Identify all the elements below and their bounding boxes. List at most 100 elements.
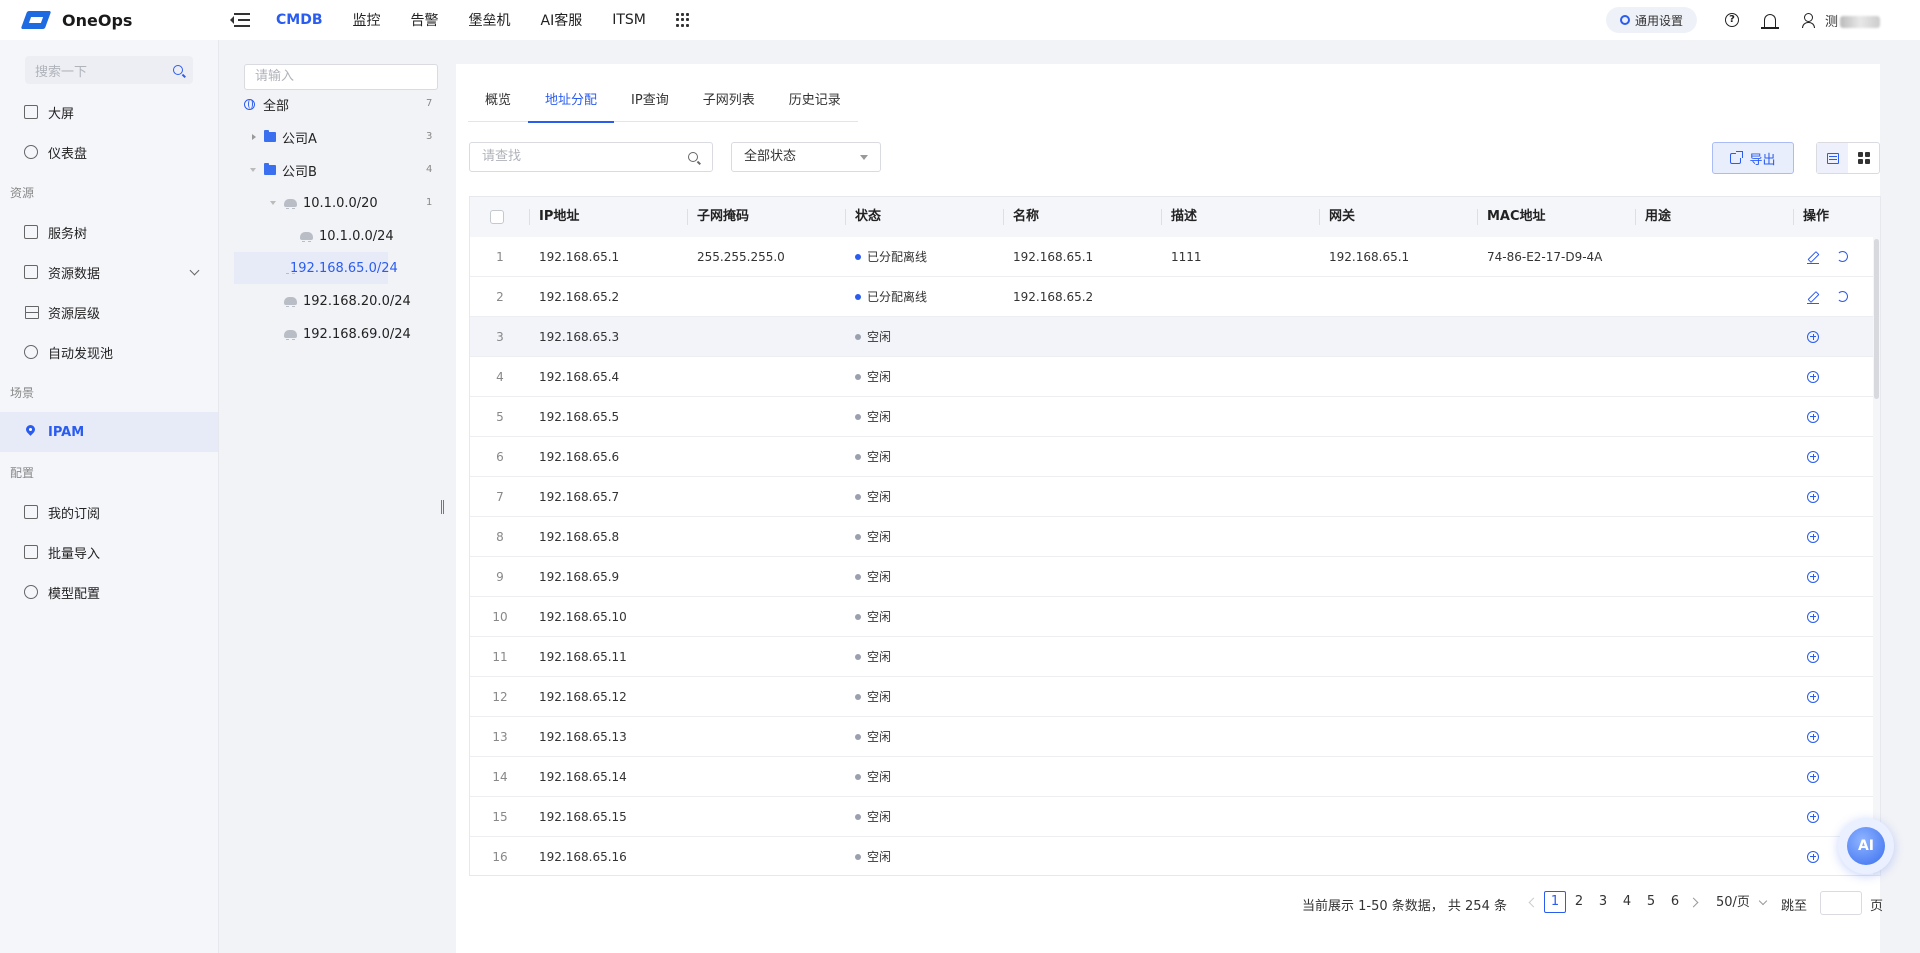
page-number[interactable]: 5: [1640, 891, 1662, 913]
sidebar-item-模型配置[interactable]: 模型配置: [0, 572, 218, 612]
topnav-item-堡垒机[interactable]: 堡垒机: [469, 10, 511, 30]
help-icon[interactable]: ?: [1723, 11, 1741, 29]
page-number[interactable]: 3: [1592, 891, 1614, 913]
edit-icon[interactable]: [1807, 291, 1819, 304]
tree-search-input[interactable]: 请输入: [244, 64, 438, 90]
general-settings-button[interactable]: 通用设置: [1605, 7, 1697, 33]
table-row[interactable]: 12 192.168.65.12 空闲: [470, 677, 1873, 717]
search-icon[interactable]: [688, 152, 698, 162]
add-circle-icon[interactable]: [1807, 411, 1819, 423]
topnav-item-itsm[interactable]: ITSM: [612, 12, 646, 28]
sidebar-item-ipam[interactable]: IPAM: [0, 412, 218, 452]
table-scrollbar[interactable]: [1873, 237, 1880, 875]
page-size-select[interactable]: 50/页: [1710, 891, 1774, 915]
add-circle-icon[interactable]: [1807, 851, 1819, 863]
add-circle-icon[interactable]: [1807, 691, 1819, 703]
table-row[interactable]: 14 192.168.65.14 空闲: [470, 757, 1873, 797]
page-number[interactable]: 6: [1664, 891, 1686, 913]
chevron-left-icon[interactable]: [1528, 897, 1539, 908]
sidebar-search-input[interactable]: 搜索一下: [25, 56, 193, 84]
status-filter-select[interactable]: 全部状态: [731, 142, 881, 172]
caret-down-icon[interactable]: [250, 168, 256, 172]
scrollbar-thumb[interactable]: [1874, 239, 1879, 399]
table-row[interactable]: 2 192.168.65.2 已分配离线 192.168.65.2: [470, 277, 1873, 317]
sidebar-item-资源数据[interactable]: 资源数据: [0, 252, 218, 292]
caret-right-icon[interactable]: [252, 134, 256, 140]
user-name[interactable]: 测: [1825, 11, 1880, 30]
add-circle-icon[interactable]: [1807, 611, 1819, 623]
sidebar-item-服务树[interactable]: 服务树: [0, 212, 218, 252]
export-button[interactable]: 导出: [1712, 142, 1794, 174]
table-row[interactable]: 3 192.168.65.3 空闲: [470, 317, 1873, 357]
jump-page-input[interactable]: [1820, 891, 1862, 915]
table-row[interactable]: 15 192.168.65.15 空闲: [470, 797, 1873, 837]
table-row[interactable]: 5 192.168.65.5 空闲: [470, 397, 1873, 437]
add-circle-icon[interactable]: [1807, 811, 1819, 823]
topnav-item-监控[interactable]: 监控: [353, 10, 381, 30]
table-row[interactable]: 4 192.168.65.4 空闲: [470, 357, 1873, 397]
table-row[interactable]: 9 192.168.65.9 空闲: [470, 557, 1873, 597]
add-circle-icon[interactable]: [1807, 651, 1819, 663]
sidebar-item-我的订阅[interactable]: 我的订阅: [0, 492, 218, 532]
add-circle-icon[interactable]: [1807, 531, 1819, 543]
user-icon[interactable]: [1799, 11, 1817, 29]
table-row[interactable]: 6 192.168.65.6 空闲: [470, 437, 1873, 477]
tree-node[interactable]: 10.1.0.0/20: [270, 187, 464, 219]
add-circle-icon[interactable]: [1807, 371, 1819, 383]
tree-node[interactable]: 192.168.65.0/24: [234, 252, 398, 284]
tab-2[interactable]: IP查询: [614, 88, 686, 122]
table-row[interactable]: 11 192.168.65.11 空闲: [470, 637, 1873, 677]
list-view-button[interactable]: [1817, 143, 1848, 173]
tree-node[interactable]: 全部: [244, 88, 424, 120]
column-divider: [1319, 209, 1320, 225]
add-circle-icon[interactable]: [1807, 731, 1819, 743]
chevron-down-icon[interactable]: [189, 265, 200, 276]
notification-bell-icon[interactable]: [1760, 11, 1779, 29]
ai-assistant-button[interactable]: AI: [1838, 818, 1894, 874]
table-row[interactable]: 16 192.168.65.16 空闲: [470, 837, 1873, 875]
topnav-item-告警[interactable]: 告警: [411, 10, 439, 30]
app-logo[interactable]: OneOps: [0, 9, 220, 31]
topnav-item-ai客服[interactable]: AI客服: [541, 10, 583, 30]
add-circle-icon[interactable]: [1807, 571, 1819, 583]
page-number[interactable]: 4: [1616, 891, 1638, 913]
add-circle-icon[interactable]: [1807, 451, 1819, 463]
tree-node[interactable]: 192.168.20.0/24: [284, 285, 464, 317]
sidebar-item-大屏[interactable]: 大屏: [0, 92, 218, 132]
panel-resize-handle[interactable]: [441, 500, 444, 514]
chevron-right-icon[interactable]: [1688, 897, 1699, 908]
table-row[interactable]: 8 192.168.65.8 空闲: [470, 517, 1873, 557]
tab-4[interactable]: 历史记录: [772, 88, 858, 122]
tree-node[interactable]: 10.1.0.0/24: [300, 220, 480, 252]
page-number[interactable]: 1: [1544, 891, 1566, 913]
add-circle-icon[interactable]: [1807, 771, 1819, 783]
sidebar-item-批量导入[interactable]: 批量导入: [0, 532, 218, 572]
sidebar-item-仪表盘[interactable]: 仪表盘: [0, 132, 218, 172]
table-row[interactable]: 7 192.168.65.7 空闲: [470, 477, 1873, 517]
release-icon[interactable]: [1837, 291, 1848, 302]
page-number[interactable]: 2: [1568, 891, 1590, 913]
ip-search-input[interactable]: 请查找: [469, 142, 713, 172]
tree-node[interactable]: 192.168.69.0/24: [284, 318, 464, 350]
table-row[interactable]: 1 192.168.65.1 255.255.255.0 已分配离线 192.168.6…: [470, 237, 1873, 277]
tab-3[interactable]: 子网列表: [686, 88, 772, 122]
release-icon[interactable]: [1837, 251, 1848, 262]
tree-node[interactable]: 公司A: [252, 121, 444, 153]
grid-view-button[interactable]: [1848, 143, 1879, 173]
table-row[interactable]: 13 192.168.65.13 空闲: [470, 717, 1873, 757]
search-icon[interactable]: [173, 65, 183, 75]
app-grid-icon[interactable]: [675, 13, 690, 27]
add-circle-icon[interactable]: [1807, 491, 1819, 503]
topnav-item-cmdb[interactable]: CMDB: [276, 12, 323, 28]
sidebar-item-自动发现池[interactable]: 自动发现池: [0, 332, 218, 372]
add-circle-icon[interactable]: [1807, 331, 1819, 343]
collapse-menu-icon[interactable]: [230, 12, 250, 28]
tab-1[interactable]: 地址分配: [528, 88, 615, 123]
sidebar-item-资源层级[interactable]: 资源层级: [0, 292, 218, 332]
select-all-checkbox[interactable]: [490, 210, 504, 224]
tab-0[interactable]: 概览: [468, 88, 528, 122]
tree-node[interactable]: 公司B: [250, 154, 444, 186]
caret-down-icon[interactable]: [270, 201, 276, 205]
table-row[interactable]: 10 192.168.65.10 空闲: [470, 597, 1873, 637]
edit-icon[interactable]: [1807, 251, 1819, 264]
